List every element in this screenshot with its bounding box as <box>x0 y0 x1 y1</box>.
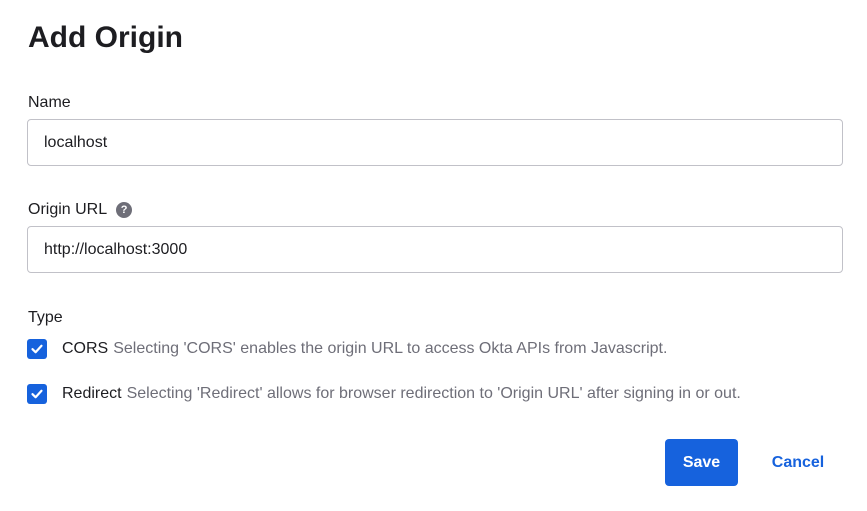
cors-label: CORS <box>62 340 109 357</box>
origin-url-label: Origin URL ? <box>28 199 133 221</box>
checkmark-icon <box>31 389 43 399</box>
add-origin-dialog: Add Origin Name Origin URL ? Type CORS S… <box>0 0 867 511</box>
dialog-title: Add Origin <box>28 21 183 54</box>
name-label: Name <box>28 92 71 114</box>
name-label-text: Name <box>28 94 71 111</box>
cors-checkbox-row[interactable]: CORS Selecting 'CORS' enables the origin… <box>27 338 667 360</box>
cancel-button[interactable]: Cancel <box>760 439 836 486</box>
type-label: Type <box>28 309 63 326</box>
cors-checkbox[interactable] <box>27 339 47 359</box>
redirect-label: Redirect <box>62 385 122 402</box>
cors-description: Selecting 'CORS' enables the origin URL … <box>113 340 668 357</box>
question-mark-icon[interactable]: ? <box>116 202 133 218</box>
checkmark-icon <box>31 344 43 354</box>
redirect-checkbox-row[interactable]: Redirect Selecting 'Redirect' allows for… <box>27 383 741 405</box>
origin-url-input[interactable] <box>27 226 843 273</box>
origin-url-label-text: Origin URL <box>28 201 108 218</box>
name-input[interactable] <box>27 119 843 166</box>
redirect-description: Selecting 'Redirect' allows for browser … <box>126 385 741 402</box>
save-button[interactable]: Save <box>665 439 738 486</box>
redirect-checkbox[interactable] <box>27 384 47 404</box>
